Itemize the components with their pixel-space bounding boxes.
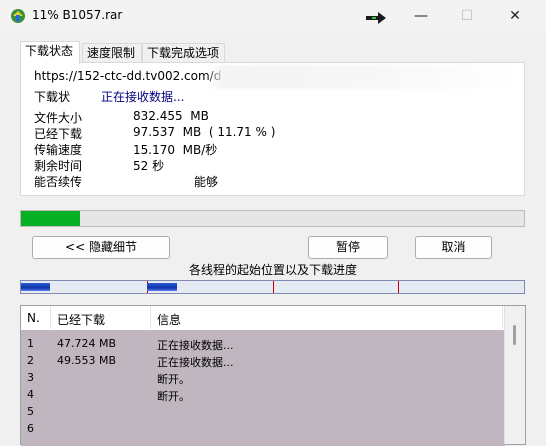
row-number: 1 [27, 337, 34, 350]
hide-details-button[interactable]: << 隐藏细节 [32, 236, 170, 259]
tab-speed-limit[interactable]: 速度限制 [82, 43, 142, 63]
list-item[interactable]: 3 断开。 [21, 370, 505, 387]
file-size-value: 832.455 MB [133, 109, 209, 123]
speed-value: 15.170 MB/秒 [133, 143, 218, 157]
thread-progress-fill [21, 283, 50, 291]
column-separator [502, 306, 503, 329]
thread-start-marker [398, 281, 399, 293]
thread-list[interactable]: N. 已经下载 信息 1 47.724 MB 正在接收数据... 2 49.553 MB… [20, 305, 526, 446]
tab-completion-options[interactable]: 下载完成选项 [142, 43, 225, 63]
list-item[interactable]: 4 断开。 [21, 387, 505, 404]
url-redaction [206, 65, 521, 89]
cancel-button[interactable]: 取消 [415, 236, 492, 259]
column-separator [50, 306, 51, 329]
row-info: 断开。 [157, 390, 190, 403]
status-label: 下载状 [34, 90, 71, 104]
progress-fill [21, 211, 80, 226]
tab-label: 下载状态 [25, 44, 74, 58]
column-header-info[interactable]: 信息 [157, 311, 181, 328]
thread-progress-bar [20, 280, 525, 294]
speed-label: 传输速度 [34, 143, 83, 157]
arrow-right-icon [366, 12, 386, 24]
list-item[interactable]: 5 [21, 404, 505, 421]
resume-label: 能否续传 [34, 175, 83, 189]
tab-label: 速度限制 [87, 46, 136, 60]
download-url: https://152-ctc-dd.tv002.com/d [34, 69, 222, 83]
title-bar: 11% B1057.rar — ☐ ✕ [0, 0, 546, 32]
downloaded-value: 97.537 MB ( 11.71 % ) [133, 125, 276, 139]
pause-button[interactable]: 暂停 [308, 236, 388, 259]
row-number: 2 [27, 354, 34, 367]
tab-label: 下载完成选项 [147, 46, 220, 60]
resume-value: 能够 [133, 175, 219, 189]
download-manager-icon [11, 9, 25, 23]
row-number: 4 [27, 388, 34, 401]
dialog-body: 下载状态 速度限制 下载完成选项 https://152-ctc-dd.tv00… [0, 32, 546, 446]
download-progress-bar [20, 210, 525, 227]
scrollbar-thumb[interactable] [513, 325, 516, 345]
row-downloaded: 47.724 MB [57, 337, 117, 350]
row-info: 正在接收数据... [157, 356, 234, 369]
row-info: 正在接收数据... [157, 339, 234, 352]
threads-caption: 各线程的起始位置以及下载进度 [188, 263, 357, 277]
list-item[interactable]: 1 47.724 MB 正在接收数据... [21, 336, 505, 353]
download-status-panel: https://152-ctc-dd.tv002.com/d 下载状 正在接收数… [20, 62, 525, 196]
row-info: 断开。 [157, 373, 190, 386]
maximize-icon: ☐ [460, 8, 474, 24]
list-item[interactable]: 6 [21, 421, 505, 438]
row-number: 5 [27, 405, 34, 418]
time-left-value: 52 秒 [133, 159, 165, 173]
window-title: 11% B1057.rar [32, 8, 123, 22]
column-header-number[interactable]: N. [27, 311, 40, 325]
tab-download-status[interactable]: 下载状态 [20, 41, 80, 64]
close-icon: ✕ [509, 8, 521, 24]
maximize-button[interactable]: ☐ [444, 0, 490, 32]
thread-progress-fill [147, 283, 177, 291]
thread-start-marker [273, 281, 274, 293]
time-left-label: 剩余时间 [34, 159, 83, 173]
vertical-scrollbar[interactable] [504, 306, 525, 444]
row-downloaded: 49.553 MB [57, 354, 117, 367]
close-button[interactable]: ✕ [492, 0, 538, 32]
file-size-label: 文件大小 [34, 111, 83, 125]
row-number: 6 [27, 422, 34, 435]
list-rows: 1 47.724 MB 正在接收数据... 2 49.553 MB 正在接收数据... 3 断… [21, 330, 505, 446]
list-item[interactable]: 2 49.553 MB 正在接收数据... [21, 353, 505, 370]
status-value: 正在接收数据... [101, 90, 185, 104]
column-separator [150, 306, 151, 329]
list-header: N. 已经下载 信息 [21, 306, 505, 329]
minimize-icon: — [414, 8, 428, 24]
minimize-button[interactable]: — [398, 0, 444, 32]
column-header-downloaded[interactable]: 已经下载 [57, 311, 105, 328]
row-number: 3 [27, 371, 34, 384]
downloaded-label: 已经下载 [34, 127, 83, 141]
